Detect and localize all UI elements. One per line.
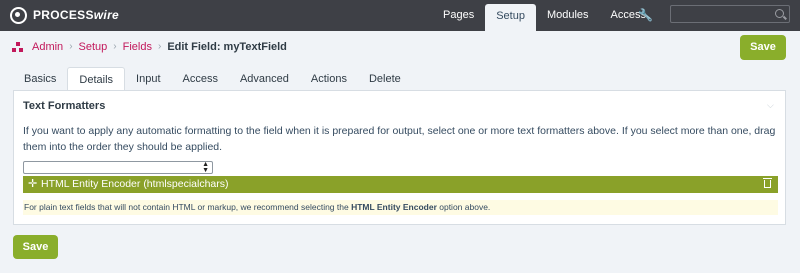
processwire-logo[interactable]: PROCESSwire — [10, 7, 119, 24]
selected-formatter-item[interactable]: ✛ HTML Entity Encoder (htmlspecialchars) — [23, 176, 778, 193]
text-formatters-description: If you want to apply any automatic forma… — [23, 125, 776, 153]
tab-actions[interactable]: Actions — [300, 67, 358, 91]
sitemap-icon[interactable] — [12, 42, 23, 52]
top-bar: PROCESSwire Pages Setup Modules Access 🔧 — [0, 0, 800, 31]
nav-pages[interactable]: Pages — [432, 0, 485, 31]
nav-modules[interactable]: Modules — [536, 0, 600, 31]
search-icon[interactable] — [775, 9, 784, 18]
tab-details[interactable]: Details — [67, 67, 126, 91]
breadcrumb-fields[interactable]: Fields — [123, 40, 152, 54]
save-button-top[interactable]: Save — [740, 35, 786, 60]
breadcrumb: Admin › Setup › Fields › Edit Field: myT… — [12, 40, 287, 54]
logo-text: PROCESSwire — [33, 8, 120, 22]
tab-input[interactable]: Input — [125, 67, 171, 91]
collapse-icon[interactable]: ⌵ — [767, 101, 775, 110]
move-handle-icon[interactable]: ✛ — [28, 178, 37, 191]
page-title: Edit Field: myTextField — [167, 41, 287, 53]
nav-setup[interactable]: Setup — [485, 4, 536, 31]
formatter-label: HTML Entity Encoder (htmlspecialchars) — [41, 178, 229, 190]
save-button-bottom[interactable]: Save — [13, 235, 58, 259]
text-formatters-select[interactable]: ▲ ▼ — [23, 161, 213, 174]
tab-delete[interactable]: Delete — [358, 67, 412, 91]
tab-bar: Basics Details Input Access Advanced Act… — [13, 67, 412, 91]
search-box — [670, 5, 790, 23]
chevron-right-icon: › — [157, 41, 162, 52]
processwire-logo-icon — [10, 7, 27, 24]
field-notes: For plain text fields that will not cont… — [23, 200, 778, 215]
breadcrumb-admin[interactable]: Admin — [32, 40, 63, 54]
wrench-icon[interactable]: 🔧 — [638, 8, 653, 22]
breadcrumb-setup[interactable]: Setup — [79, 40, 108, 54]
chevron-right-icon: › — [69, 41, 73, 52]
details-panel: Text Formatters ⌵ If you want to apply a… — [13, 90, 786, 225]
search-input[interactable] — [671, 6, 789, 22]
tab-basics[interactable]: Basics — [13, 67, 67, 91]
tab-advanced[interactable]: Advanced — [229, 67, 300, 91]
text-formatters-label[interactable]: Text Formatters — [23, 100, 105, 112]
trash-icon[interactable] — [763, 178, 772, 188]
top-nav: Pages Setup Modules Access — [432, 0, 657, 31]
chevron-right-icon: › — [113, 41, 117, 52]
tab-access[interactable]: Access — [172, 67, 229, 91]
select-arrows-icon: ▲ ▼ — [202, 161, 209, 174]
